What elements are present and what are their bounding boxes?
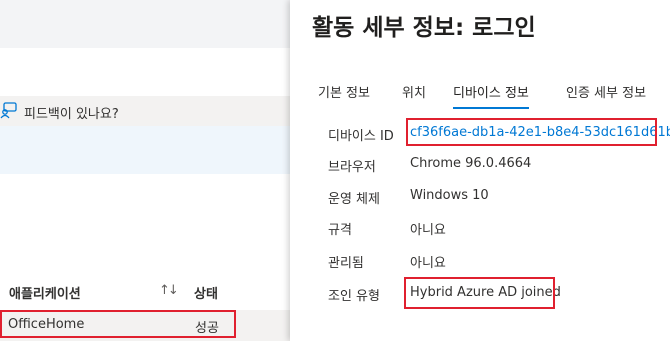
table-header: 애플리케이션 ↑↓ 상태 <box>0 279 290 309</box>
managed-value: 아니요 <box>410 256 446 271</box>
table-row[interactable]: OfficeHome 성공 <box>0 310 290 341</box>
tab-device-info[interactable]: 디바이스 정보 <box>453 82 529 109</box>
tab-device-info-label: 디바이스 정보 <box>453 86 529 101</box>
device-id-label: 디바이스 ID <box>328 129 394 144</box>
active-tab-underline <box>453 107 529 109</box>
device-id-highlight-box <box>406 118 657 146</box>
column-header-status[interactable]: 상태 <box>194 283 218 302</box>
compliant-label: 규격 <box>328 223 352 238</box>
sort-icon[interactable]: ↑↓ <box>159 283 179 298</box>
browser-label: 브라우저 <box>328 160 376 175</box>
tab-location[interactable]: 위치 <box>402 82 426 101</box>
tab-auth-details[interactable]: 인증 세부 정보 <box>566 82 646 101</box>
feedback-person-icon <box>0 101 18 119</box>
tab-basic-info[interactable]: 기본 정보 <box>318 82 370 101</box>
selected-area <box>0 126 290 174</box>
tab-bar: 기본 정보 위치 디바이스 정보 인증 세부 정보 <box>318 82 670 109</box>
join-type-label: 조인 유형 <box>328 289 380 304</box>
os-value: Windows 10 <box>410 188 489 203</box>
managed-label: 관리됨 <box>328 256 364 271</box>
activity-details-panel: 활동 세부 정보: 로그인 기본 정보 위치 디바이스 정보 인증 세부 정보 … <box>290 0 670 341</box>
os-label: 운영 체제 <box>328 192 380 207</box>
background-page: 피드백이 있나요? 애플리케이션 ↑↓ 상태 OfficeHome 성공 <box>0 0 290 341</box>
feedback-bar[interactable]: 피드백이 있나요? <box>0 96 290 126</box>
row-status: 성공 <box>195 321 219 336</box>
left-header-band <box>0 0 290 48</box>
join-type-highlight-box <box>404 277 555 309</box>
compliant-value: 아니요 <box>410 223 446 238</box>
row-application: OfficeHome <box>8 317 85 332</box>
feedback-link[interactable]: 피드백이 있나요? <box>24 103 119 122</box>
column-header-application[interactable]: 애플리케이션 <box>9 283 81 302</box>
panel-title: 활동 세부 정보: 로그인 <box>312 15 536 41</box>
browser-value: Chrome 96.0.4664 <box>410 156 532 171</box>
